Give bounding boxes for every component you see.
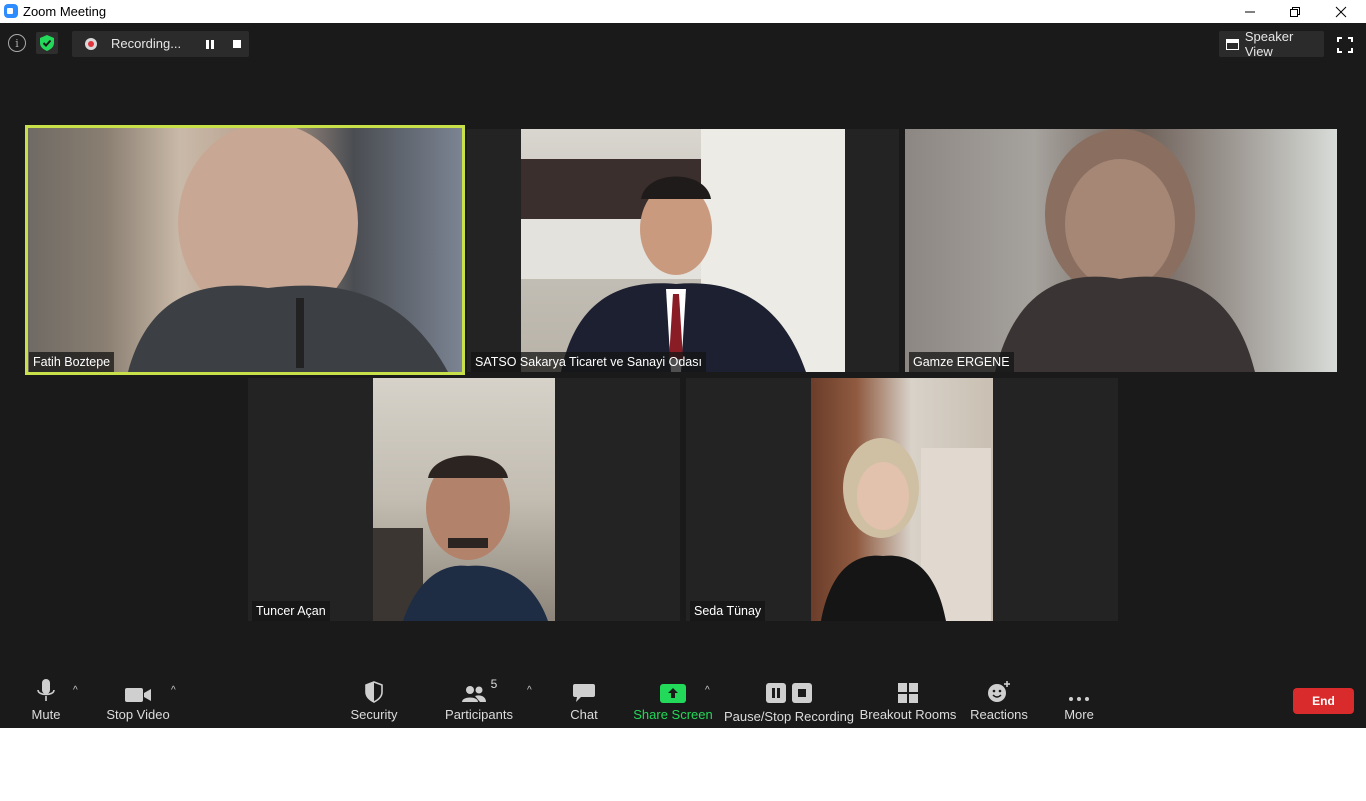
minimize-icon: [1245, 11, 1255, 12]
video-options-chevron-up-icon[interactable]: ^: [171, 685, 176, 696]
video-tile[interactable]: Tuncer Açan: [248, 378, 680, 621]
share-screen-label: Share Screen: [633, 707, 713, 722]
meeting-window: i Recording... Speaker View Fatih Boztep…: [0, 23, 1366, 728]
window-titlebar: Zoom Meeting: [0, 0, 1366, 23]
pause-icon: [766, 683, 786, 703]
breakout-rooms-grid-icon: [898, 683, 918, 703]
video-tile[interactable]: SATSO Sakarya Ticaret ve Sanayi Odası: [467, 129, 899, 372]
participants-button[interactable]: 5 Participants: [444, 671, 514, 728]
reactions-smiley-icon: [988, 681, 1010, 702]
chat-button[interactable]: Chat: [566, 671, 602, 728]
pause-recording-icon[interactable]: [206, 40, 215, 49]
share-options-chevron-up-icon[interactable]: ^: [705, 685, 710, 696]
more-dots-icon: [1069, 697, 1089, 701]
minimize-button[interactable]: [1227, 0, 1273, 23]
shield-check-icon: [40, 35, 54, 51]
close-icon: [1335, 6, 1347, 17]
participant-name: Gamze ERGENE: [909, 352, 1014, 372]
stop-recording-icon[interactable]: [233, 40, 241, 48]
meeting-info-icon[interactable]: i: [8, 34, 26, 52]
participants-options-chevron-up-icon[interactable]: ^: [527, 685, 532, 696]
chat-bubble-icon: [573, 684, 595, 702]
window-title: Zoom Meeting: [23, 4, 107, 19]
video-camera-icon: [125, 688, 151, 702]
video-tile[interactable]: Fatih Boztepe: [25, 125, 465, 375]
stop-video-label: Stop Video: [106, 707, 170, 722]
participants-label: Participants: [445, 707, 513, 722]
fullscreen-button[interactable]: [1337, 37, 1353, 53]
security-button[interactable]: Security: [348, 671, 400, 728]
breakout-rooms-label: Breakout Rooms: [859, 707, 957, 722]
recording-status-text: Recording...: [111, 36, 182, 51]
security-shield-icon: [365, 681, 383, 703]
share-screen-button[interactable]: Share Screen: [633, 671, 713, 728]
stop-icon: [792, 683, 812, 703]
participant-name: Tuncer Açan: [252, 601, 330, 621]
participant-video: [905, 129, 1337, 372]
audio-options-chevron-up-icon[interactable]: ^: [73, 685, 78, 696]
fullscreen-icon: [1337, 37, 1353, 53]
reactions-button[interactable]: Reactions: [970, 671, 1028, 728]
participant-name: Fatih Boztepe: [29, 352, 115, 372]
participant-name: Seda Tünay: [690, 601, 766, 621]
participant-name: SATSO Sakarya Ticaret ve Sanayi Odası: [471, 352, 706, 372]
security-label: Security: [350, 707, 398, 722]
participant-video: [373, 378, 555, 621]
person-silhouette-icon: [521, 129, 845, 372]
video-tile[interactable]: Gamze ERGENE: [905, 129, 1337, 372]
person-silhouette-icon: [373, 455, 548, 621]
reactions-label: Reactions: [970, 707, 1028, 722]
recording-dot-icon: [85, 38, 97, 50]
share-screen-arrow-icon: [660, 684, 686, 703]
end-meeting-button[interactable]: End: [1293, 688, 1354, 714]
close-button[interactable]: [1318, 0, 1364, 23]
mute-button[interactable]: Mute: [24, 671, 68, 728]
breakout-rooms-button[interactable]: Breakout Rooms: [859, 671, 957, 728]
participants-icon: [461, 686, 486, 702]
person-silhouette-icon: [821, 438, 991, 621]
speaker-view-button[interactable]: Speaker View: [1219, 29, 1324, 59]
pause-stop-recording-button[interactable]: Pause/Stop Recording: [723, 671, 855, 728]
participant-video: [811, 378, 993, 621]
participants-count: 5: [490, 677, 498, 691]
recording-indicator: Recording...: [72, 31, 249, 57]
video-tile[interactable]: Seda Tünay: [686, 378, 1118, 621]
more-button[interactable]: More: [1060, 671, 1098, 728]
chat-label: Chat: [570, 707, 598, 722]
mute-label: Mute: [31, 707, 61, 722]
person-silhouette-icon: [995, 129, 1255, 372]
zoom-app-icon: [4, 4, 18, 18]
participant-video: [521, 129, 845, 372]
restore-icon: [1290, 6, 1300, 17]
microphone-icon: [37, 679, 55, 701]
speaker-view-icon: [1226, 38, 1239, 50]
encryption-shield-button[interactable]: [36, 32, 58, 54]
person-silhouette-icon: [128, 125, 448, 372]
stop-video-button[interactable]: Stop Video: [104, 671, 172, 728]
participant-video: [28, 125, 462, 372]
pause-stop-recording-label: Pause/Stop Recording: [723, 709, 855, 724]
more-label: More: [1064, 707, 1094, 722]
restore-button[interactable]: [1272, 0, 1318, 23]
speaker-view-label: Speaker View: [1244, 29, 1294, 59]
meeting-controls-toolbar: Mute ^ Stop Video ^ Security 5 Participa…: [0, 671, 1366, 728]
